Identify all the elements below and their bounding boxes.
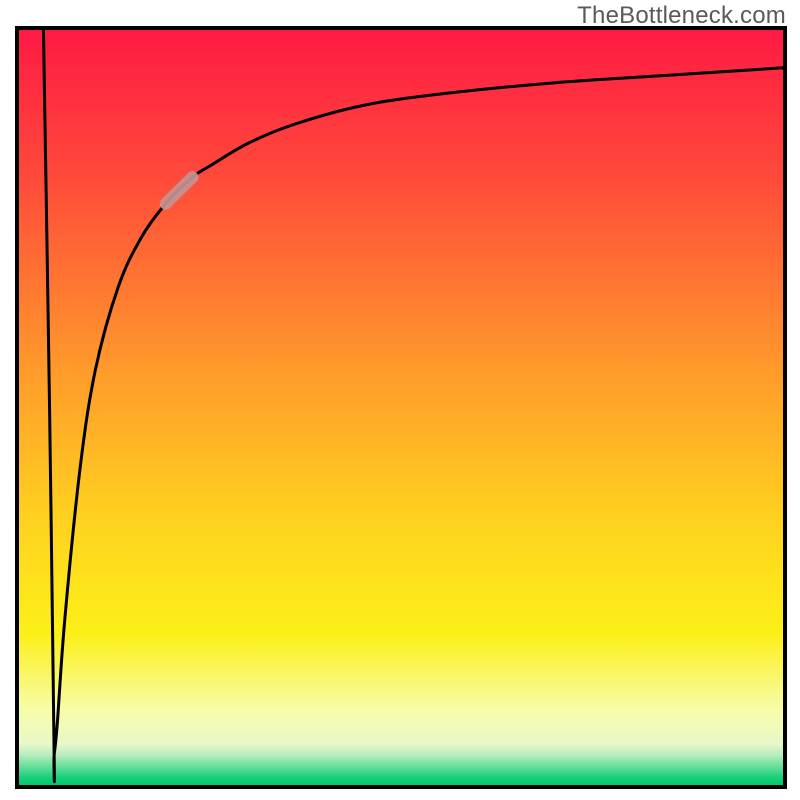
plot-svg	[15, 26, 787, 789]
plot-area	[15, 26, 787, 789]
chart-container: TheBottleneck.com	[0, 0, 800, 800]
gradient-background	[19, 30, 783, 785]
